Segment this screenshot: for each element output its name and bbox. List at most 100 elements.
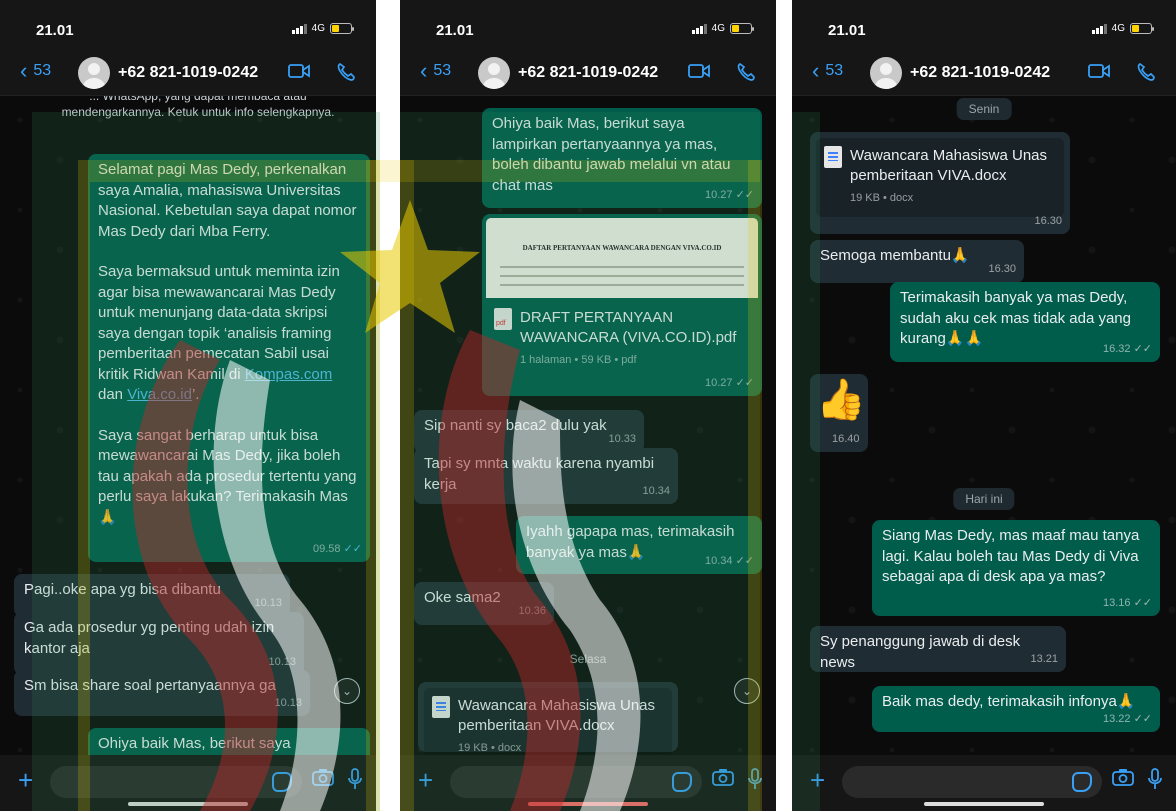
message-bubble-out[interactable]: Terimakasih banyak ya mas Dedy, sudah ak… bbox=[890, 282, 1160, 362]
phone-icon[interactable] bbox=[336, 62, 356, 82]
back-button[interactable]: ‹ 53 bbox=[20, 58, 52, 83]
input-bar: + bbox=[792, 755, 1176, 811]
message-bubble-in[interactable]: Ga ada prosedur yg penting udah izin kan… bbox=[14, 612, 304, 675]
message-text: dan bbox=[98, 386, 128, 403]
phone-icon[interactable] bbox=[1136, 62, 1156, 82]
video-call-icon[interactable] bbox=[688, 62, 710, 80]
back-chevron-icon: ‹ bbox=[420, 58, 428, 83]
message-bubble-in[interactable]: Tapi sy mnta waktu karena nyambi kerja 1… bbox=[414, 448, 678, 504]
message-text: Sm bisa share soal pertanyaannya ga bbox=[24, 677, 276, 694]
mic-icon[interactable] bbox=[348, 768, 362, 790]
contact-name[interactable]: +62 821-1019-0242 bbox=[118, 64, 258, 82]
message-bubble-in[interactable]: Sm bisa share soal pertanyaannya ga 10.1… bbox=[14, 670, 310, 716]
contact-name[interactable]: +62 821-1019-0242 bbox=[518, 64, 658, 82]
message-bubble-in[interactable]: Oke sama2 10.36 bbox=[414, 582, 554, 625]
input-bar: + bbox=[400, 755, 776, 811]
message-text: Siang Mas Dedy, mas maaf mau tanya lagi.… bbox=[882, 527, 1140, 585]
message-bubble-out[interactable]: Ohiya baik Mas, berikut saya bbox=[88, 728, 370, 755]
video-call-icon[interactable] bbox=[288, 62, 310, 80]
message-list[interactable]: ... WhatsApp, yang dapat membaca atau me… bbox=[0, 96, 376, 755]
plus-icon[interactable]: + bbox=[18, 765, 33, 796]
date-separator: Selasa bbox=[569, 652, 607, 666]
message-time: 10.13 bbox=[274, 696, 302, 709]
status-bar: 21.01 4G bbox=[0, 0, 376, 52]
contact-name[interactable]: +62 821-1019-0242 bbox=[910, 64, 1050, 82]
message-text: Sip nanti sy baca2 dulu yak bbox=[424, 417, 607, 434]
message-bubble-in[interactable]: Sy penanggung jawab di desk news 13.21 bbox=[810, 626, 1066, 672]
back-chevron-icon: ‹ bbox=[20, 58, 28, 83]
read-ticks-icon: ✓✓ bbox=[735, 554, 754, 567]
sticker-icon[interactable] bbox=[1072, 772, 1092, 792]
message-bubble-out[interactable]: Ohiya baik Mas, berikut saya lampirkan p… bbox=[482, 108, 762, 208]
message-list[interactable]: Senin Wawancara Mahasiswa Unas pemberita… bbox=[792, 96, 1176, 755]
message-time: 10.34 bbox=[642, 484, 670, 497]
sticker-icon[interactable] bbox=[272, 772, 292, 792]
doc-attachment[interactable]: Wawancara Mahasiswa Unas pemberitaan VIV… bbox=[810, 132, 1070, 234]
status-time: 21.01 bbox=[436, 22, 474, 39]
home-indicator bbox=[128, 802, 248, 806]
message-text: Ohiya baik Mas, berikut saya lampirkan p… bbox=[492, 115, 731, 194]
mic-icon[interactable] bbox=[1148, 768, 1162, 790]
back-chevron-icon: ‹ bbox=[812, 58, 820, 83]
home-indicator bbox=[924, 802, 1044, 806]
message-bubble-out[interactable]: Selamat pagi Mas Dedy, perkenalkan saya … bbox=[88, 154, 370, 562]
camera-icon[interactable] bbox=[712, 768, 734, 786]
phone-icon[interactable] bbox=[736, 62, 756, 82]
message-text: Baik mas dedy, terimakasih infonya🙏 bbox=[882, 693, 1136, 710]
message-bubble-out[interactable]: Iyahh gapapa mas, terimakasih banyak ya … bbox=[516, 516, 762, 574]
battery-icon bbox=[1130, 23, 1154, 34]
message-input[interactable] bbox=[842, 766, 1102, 798]
plus-icon[interactable]: + bbox=[418, 765, 433, 796]
scroll-down-icon[interactable]: ⌄ bbox=[734, 678, 760, 704]
thumbs-up-emoji: 👍 bbox=[816, 378, 866, 422]
message-time: 16.32 ✓✓ bbox=[1102, 342, 1152, 355]
message-text: Oke sama2 bbox=[424, 589, 501, 606]
message-time: 09.58 ✓✓ bbox=[312, 542, 362, 555]
message-text: Ohiya baik Mas, berikut saya bbox=[98, 735, 291, 752]
attachment-filename: Wawancara Mahasiswa Unas pemberitaan VIV… bbox=[458, 697, 656, 734]
avatar[interactable] bbox=[478, 57, 510, 89]
camera-icon[interactable] bbox=[1112, 768, 1134, 786]
signal-icon bbox=[691, 23, 707, 34]
network-label: 4G bbox=[711, 23, 725, 34]
status-bar: 21.01 4G bbox=[400, 0, 776, 52]
input-bar: + bbox=[0, 755, 376, 811]
avatar[interactable] bbox=[870, 57, 902, 89]
back-button[interactable]: ‹ 53 bbox=[812, 58, 843, 83]
date-separator: Hari ini bbox=[953, 488, 1015, 510]
camera-icon[interactable] bbox=[312, 768, 334, 786]
doc-attachment[interactable]: Wawancara Mahasiswa Unas pemberitaan VIV… bbox=[418, 682, 678, 755]
date-separator: Senin bbox=[956, 98, 1012, 120]
link-kompas[interactable]: Kompas.com bbox=[245, 366, 333, 383]
link-viva[interactable]: Viva.co.id bbox=[127, 386, 192, 403]
message-bubble-in[interactable]: 👍 16.40 bbox=[810, 374, 868, 452]
message-time: 10.33 bbox=[608, 433, 636, 445]
message-text: Tapi sy mnta waktu karena nyambi kerja bbox=[424, 455, 655, 493]
status-bar: 21.01 4G bbox=[792, 0, 1176, 52]
status-time: 21.01 bbox=[828, 22, 866, 39]
plus-icon[interactable]: + bbox=[810, 765, 825, 796]
message-bubble-in[interactable]: Sip nanti sy baca2 dulu yak 10.33 bbox=[414, 410, 644, 453]
encryption-note[interactable]: ... WhatsApp, yang dapat membaca atau me… bbox=[60, 96, 336, 120]
message-input[interactable] bbox=[450, 766, 702, 798]
back-button[interactable]: ‹ 53 bbox=[420, 58, 451, 83]
message-bubble-in[interactable]: Semoga membantu🙏 16.30 bbox=[810, 240, 1024, 283]
scroll-down-icon[interactable]: ⌄ bbox=[334, 678, 360, 704]
chat-screen-1: 21.01 4G ‹ 53 +62 821-1019-0242 ... What… bbox=[0, 0, 376, 811]
doc-file-icon bbox=[432, 696, 450, 718]
message-bubble-out[interactable]: Siang Mas Dedy, mas maaf mau tanya lagi.… bbox=[872, 520, 1160, 616]
pdf-attachment[interactable]: DAFTAR PERTANYAAN WAWANCARA DENGAN VIVA.… bbox=[482, 214, 762, 396]
message-bubble-in[interactable]: Pagi..oke apa yg bisa dibantu 10.13 bbox=[14, 574, 290, 617]
unread-count: 53 bbox=[33, 62, 52, 79]
read-ticks-icon: ✓✓ bbox=[1133, 342, 1152, 355]
message-time: 10.13 bbox=[254, 597, 282, 609]
read-ticks-icon: ✓✓ bbox=[735, 376, 754, 389]
message-bubble-out[interactable]: Baik mas dedy, terimakasih infonya🙏 13.2… bbox=[872, 686, 1160, 732]
mic-icon[interactable] bbox=[748, 768, 762, 790]
video-call-icon[interactable] bbox=[1088, 62, 1110, 80]
avatar[interactable] bbox=[78, 57, 110, 89]
sticker-icon[interactable] bbox=[672, 772, 692, 792]
message-list[interactable]: Ohiya baik Mas, berikut saya lampirkan p… bbox=[400, 96, 776, 755]
battery-icon bbox=[330, 23, 354, 34]
message-input[interactable] bbox=[50, 766, 302, 798]
